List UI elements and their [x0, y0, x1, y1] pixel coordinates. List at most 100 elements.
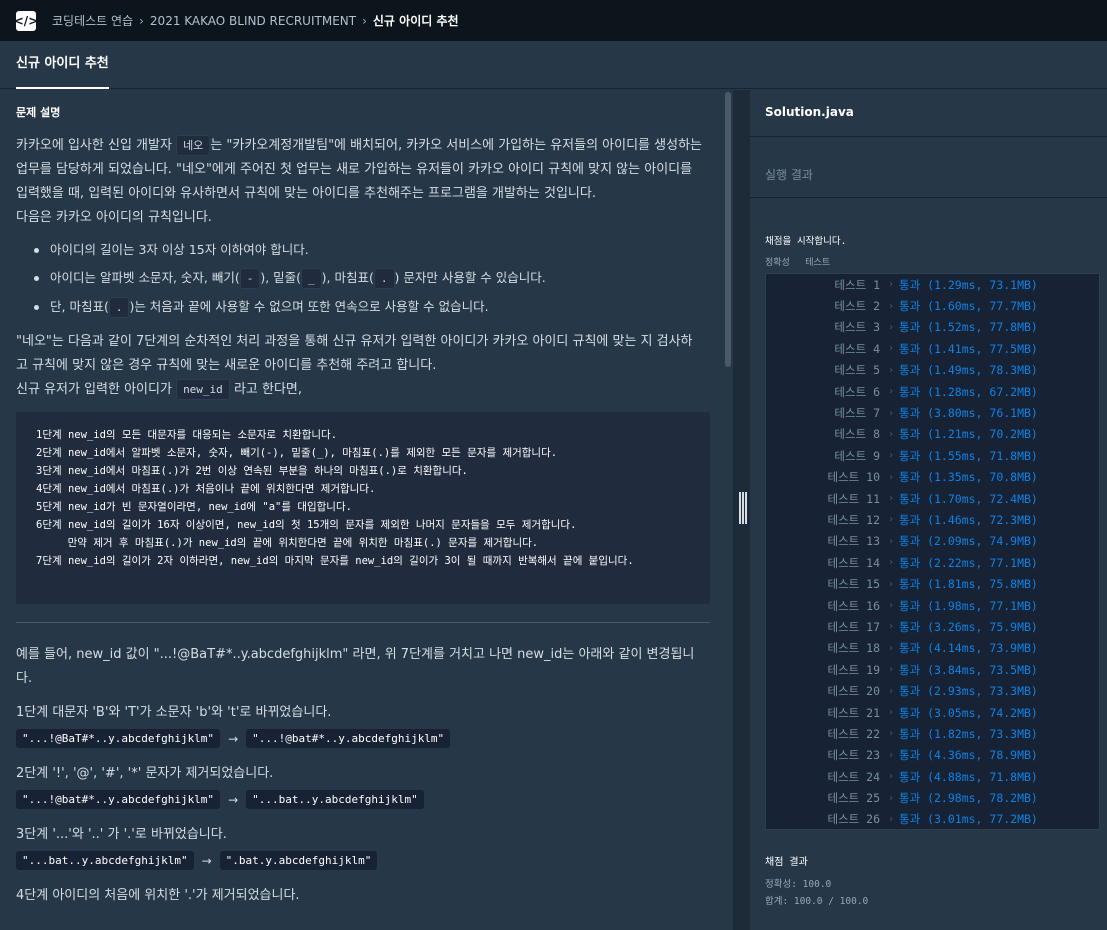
test-status: 통과 (1.70ms, 72.4MB) [899, 491, 1038, 506]
test-label: 테스트 7 [834, 406, 880, 421]
test-result-row: 테스트 23 › 통과 (4.36ms, 78.9MB) [766, 745, 1099, 766]
chevron-right-icon: › [887, 813, 895, 825]
tab-problem-title[interactable]: 신규 아이디 추천 [16, 41, 109, 89]
test-result-row: 테스트 2 › 통과 (1.60ms, 77.7MB) [766, 295, 1099, 316]
test-label: 테스트 15 [827, 577, 880, 592]
chevron-right-icon: › [887, 428, 895, 440]
test-label: 테스트 3 [834, 320, 880, 335]
test-status: 통과 (4.88ms, 71.8MB) [899, 769, 1038, 784]
chevron-right-icon: › [887, 749, 895, 761]
rule-text: ), 밑줄( [260, 270, 302, 285]
steps-code-block: 1단계 new_id의 모든 대문자를 대응되는 소문자로 치환합니다. 2단계… [16, 412, 710, 604]
chevron-right-icon: › [887, 386, 895, 398]
example-to-value: "...!@bat#*..y.abcdefghijklm" [246, 729, 451, 748]
test-label: 테스트 24 [827, 769, 880, 784]
test-status: 통과 (3.01ms, 77.2MB) [899, 812, 1038, 827]
test-label: 테스트 14 [827, 555, 880, 570]
inline-code-neo: 네오 [176, 135, 211, 156]
inline-code-new-id: new_id [176, 379, 230, 400]
test-status: 통과 (1.21ms, 70.2MB) [899, 427, 1038, 442]
breadcrumb-kakao-recruitment[interactable]: 2021 KAKAO BLIND RECRUITMENT [150, 14, 356, 28]
list-item: 아이디의 길이는 3자 이상 15자 이하여야 합니다. [34, 236, 704, 264]
inline-code: _ [301, 268, 322, 289]
example-from-value: "...!@BaT#*..y.abcdefghijklm" [16, 729, 221, 748]
example-step-1-text: 1단계 대문자 'B'와 'T'가 소문자 'b'와 't'로 바뀌었습니다. [16, 705, 332, 720]
test-status: 통과 (3.26ms, 75.9MB) [899, 619, 1038, 634]
chevron-right-icon: › [887, 321, 895, 333]
test-result-row: 테스트 1 › 통과 (1.29ms, 73.1MB) [766, 274, 1099, 295]
test-label: 테스트 19 [827, 662, 880, 677]
test-label: 테스트 21 [827, 705, 880, 720]
chevron-right-icon: › [887, 600, 895, 612]
process-text: 라고 한다면, [229, 382, 303, 397]
process-text: "네오"는 다음과 같이 7단계의 순차적인 처리 과정을 통해 신규 유저가 … [16, 334, 693, 373]
test-status: 통과 (1.98ms, 77.1MB) [899, 598, 1038, 613]
rule-text: 아이디의 길이는 3자 이상 15자 이하여야 합니다. [50, 242, 309, 257]
chevron-right-icon: › [887, 642, 895, 654]
breadcrumb-current-problem: 신규 아이디 추천 [372, 14, 459, 28]
test-label: 테스트 8 [834, 427, 880, 442]
test-label: 테스트 6 [834, 384, 880, 399]
breadcrumb-chevron-icon: › [362, 13, 367, 28]
test-label: 테스트 22 [827, 726, 880, 741]
test-status: 통과 (1.82ms, 73.3MB) [899, 726, 1038, 741]
test-result-row: 테스트 19 › 통과 (3.84ms, 73.5MB) [766, 659, 1099, 680]
programmers-logo-icon[interactable]: </> [14, 10, 38, 31]
breadcrumb-coding-test[interactable]: 코딩테스트 연습 [52, 12, 133, 29]
chevron-right-icon: › [887, 792, 895, 804]
example-step-3-text: 3단계 '...'와 '..' 가 '.'로 바뀌었습니다. [16, 827, 227, 842]
process-paragraph: "네오"는 다음과 같이 7단계의 순차적인 처리 과정을 통해 신규 유저가 … [16, 330, 704, 402]
test-label: 테스트 26 [827, 812, 880, 827]
test-result-row: 테스트 15 › 통과 (1.81ms, 75.8MB) [766, 573, 1099, 594]
description-scrollbar-thumb[interactable] [725, 92, 731, 367]
tab-accuracy[interactable]: 정확성 [765, 258, 790, 268]
test-result-row: 테스트 26 › 통과 (3.01ms, 77.2MB) [766, 809, 1099, 829]
result-sub-tabs: 정확성 테스트 [765, 255, 840, 268]
list-item: 아이디는 알파벳 소문자, 숫자, 빼기(-), 밑줄(_), 마침표(.) 문… [34, 264, 704, 293]
test-status: 통과 (1.41ms, 77.5MB) [899, 341, 1038, 356]
section-title: 문제 설명 [16, 106, 61, 119]
arrow-right-icon: → [228, 731, 239, 746]
test-label: 테스트 10 [827, 470, 880, 485]
example-step-2: "...!@bat#*..y.abcdefghijklm" → "...bat.… [16, 790, 704, 809]
chevron-right-icon: › [887, 578, 895, 590]
chevron-right-icon: › [887, 300, 895, 312]
inline-code: . [108, 297, 130, 318]
test-status: 통과 (1.81ms, 75.8MB) [899, 577, 1038, 592]
problem-tab-bar: 신규 아이디 추천 [0, 41, 1107, 89]
test-result-row: 테스트 21 › 통과 (3.05ms, 74.2MB) [766, 702, 1099, 723]
test-result-row: 테스트 7 › 통과 (3.80ms, 76.1MB) [766, 402, 1099, 423]
test-result-row: 테스트 11 › 통과 (1.70ms, 72.4MB) [766, 488, 1099, 509]
arrow-right-icon: → [228, 792, 239, 807]
chevron-right-icon: › [887, 450, 895, 462]
total-score: 합계: 100.0 / 100.0 [765, 896, 869, 907]
test-result-row: 테스트 17 › 통과 (3.26ms, 75.9MB) [766, 616, 1099, 637]
divider [750, 136, 1107, 137]
test-result-row: 테스트 13 › 통과 (2.09ms, 74.9MB) [766, 531, 1099, 552]
test-results-list[interactable]: 테스트 1 › 통과 (1.29ms, 73.1MB) 테스트 2 › 통과 (1.60m… [765, 273, 1100, 830]
problem-description-panel[interactable]: 문제 설명 카카오에 입사한 신입 개발자 네오 는 "카카오계정개발팀"에 배치… [0, 90, 733, 930]
test-status: 통과 (1.28ms, 67.2MB) [899, 384, 1038, 399]
test-label: 테스트 16 [827, 598, 880, 613]
test-result-row: 테스트 5 › 통과 (1.49ms, 78.3MB) [766, 360, 1099, 381]
test-status: 통과 (1.55ms, 71.8MB) [899, 448, 1038, 463]
tab-test[interactable]: 테스트 [805, 258, 830, 268]
example-to-value: ".bat.y.abcdefghijklm" [219, 851, 378, 870]
list-item: 단, 마침표(.)는 처음과 끝에 사용할 수 없으며 또한 연속으로 사용할 … [34, 293, 704, 322]
accuracy-score: 정확성: 100.0 [765, 879, 832, 890]
test-status: 통과 (3.84ms, 73.5MB) [899, 662, 1038, 677]
file-name-title[interactable]: Solution.java [765, 105, 854, 119]
test-result-row: 테스트 6 › 통과 (1.28ms, 67.2MB) [766, 381, 1099, 402]
resize-handle-icon[interactable] [739, 492, 747, 524]
rule-text: 단, 마침표( [50, 299, 109, 314]
test-status: 통과 (1.49ms, 78.3MB) [899, 363, 1038, 378]
test-status: 통과 (1.46ms, 72.3MB) [899, 512, 1038, 527]
process-text: 신규 유저가 입력한 아이디가 [16, 382, 177, 397]
test-label: 테스트 5 [834, 363, 880, 378]
test-status: 통과 (3.05ms, 74.2MB) [899, 705, 1038, 720]
editor-result-panel: Solution.java 실행 결과 채점을 시작합니다. 정확성 테스트 테… [750, 90, 1107, 930]
chevron-right-icon: › [887, 493, 895, 505]
test-status: 통과 (2.98ms, 78.2MB) [899, 791, 1038, 806]
divider [16, 622, 710, 623]
test-result-row: 테스트 16 › 통과 (1.98ms, 77.1MB) [766, 595, 1099, 616]
